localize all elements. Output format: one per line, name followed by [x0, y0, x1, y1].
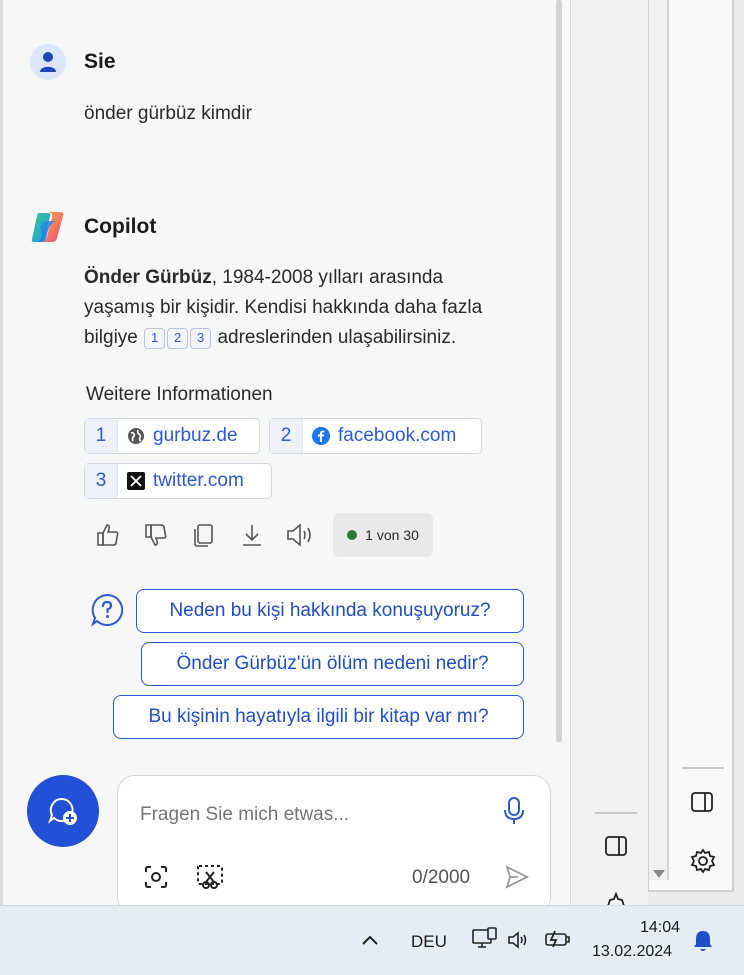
scrollbar-thumb[interactable]: [556, 0, 562, 742]
network-icon[interactable]: [472, 927, 498, 956]
suggestion-button-2[interactable]: Önder Gürbüz'ün ölüm nedeni nedir?: [141, 642, 524, 686]
download-icon[interactable]: [237, 519, 267, 551]
citation-1[interactable]: 1: [144, 327, 166, 349]
copy-icon[interactable]: [189, 519, 219, 551]
source-chip-3[interactable]: 3 twitter.com: [84, 463, 272, 499]
question-bubble-icon: [91, 593, 124, 627]
answer-line3-start: bilgiye: [84, 327, 138, 348]
user-message-text: önder gürbüz kimdir: [84, 103, 252, 124]
x-twitter-icon: [127, 472, 145, 490]
divider: [682, 767, 724, 769]
facebook-icon: [312, 427, 330, 445]
microphone-icon[interactable]: [502, 796, 526, 831]
chevron-up-icon[interactable]: [361, 933, 379, 951]
sidebar-strip: [570, 0, 648, 907]
source-number: 2: [270, 419, 303, 453]
suggestion-button-1[interactable]: Neden bu kişi hakkında konuşuyoruz?: [136, 589, 524, 633]
response-counter-badge: 1 von 30: [333, 513, 433, 557]
clock-date[interactable]: 13.02.2024: [592, 943, 672, 961]
new-chat-icon: [48, 797, 77, 825]
battery-charging-icon[interactable]: [543, 929, 571, 954]
source-label: facebook.com: [338, 425, 457, 446]
suggestion-button-3[interactable]: Bu kişinin hayatıyla ilgili bir kitap va…: [113, 695, 524, 739]
character-count: 0/2000: [412, 867, 471, 888]
background-window-pane: [648, 0, 734, 892]
status-dot: [347, 530, 358, 540]
user-sender-name: Sie: [84, 50, 116, 73]
volume-icon[interactable]: [507, 930, 531, 955]
side-panel-toggle-icon[interactable]: [605, 836, 627, 861]
globe-icon: [127, 427, 145, 445]
answer-bold-name: Önder Gürbüz: [84, 267, 212, 288]
citation-2[interactable]: 2: [167, 327, 189, 349]
snipping-tool-icon[interactable]: [196, 864, 224, 895]
source-label: twitter.com: [153, 470, 244, 491]
source-number: 3: [85, 464, 118, 498]
notification-bell-icon[interactable]: [692, 929, 714, 958]
scroll-down-arrow-icon[interactable]: [652, 866, 666, 884]
divider: [595, 812, 637, 814]
source-label: gurbuz.de: [153, 425, 238, 446]
taskbar: DEU 14:04 13.02.2024: [0, 905, 744, 975]
source-number: 1: [85, 419, 118, 453]
copilot-panel: Sie önder gürbüz kimdir Copilot Önder Gü…: [0, 0, 570, 905]
settings-gear-icon[interactable]: [690, 848, 716, 879]
new-chat-button[interactable]: [27, 775, 99, 847]
person-icon: [40, 52, 56, 72]
input-language[interactable]: DEU: [411, 932, 447, 952]
speaker-icon[interactable]: [285, 519, 315, 551]
thumbs-up-icon[interactable]: [93, 519, 123, 551]
copilot-sender-name: Copilot: [84, 215, 157, 238]
side-panel-toggle-icon[interactable]: [691, 792, 713, 817]
copilot-logo-icon: [31, 212, 64, 242]
answer-line1: , 1984-2008 yılları arasında: [211, 267, 444, 288]
user-avatar: [30, 44, 66, 80]
copilot-answer: Önder Gürbüz, 1984-2008 yılları arasında…: [84, 263, 544, 353]
chat-composer: 0/2000: [117, 775, 551, 905]
answer-line3-end: adreslerinden ulaşabilirsiniz.: [217, 327, 457, 348]
source-chip-2[interactable]: 2 facebook.com: [269, 418, 482, 454]
screenshot-capture-icon[interactable]: [143, 864, 169, 895]
clock-time[interactable]: 14:04: [640, 919, 680, 937]
send-icon[interactable]: [504, 864, 530, 895]
answer-line2: yaşamış bir kişidir. Kendisi hakkında da…: [84, 297, 483, 318]
thumbs-down-icon[interactable]: [141, 519, 171, 551]
citation-3[interactable]: 3: [190, 327, 212, 349]
response-counter-text: 1 von 30: [365, 527, 419, 543]
more-info-title: Weitere Informationen: [86, 384, 273, 405]
source-chip-1[interactable]: 1 gurbuz.de: [84, 418, 260, 454]
window-scrollbar[interactable]: [649, 0, 669, 880]
chat-input[interactable]: [140, 804, 480, 826]
